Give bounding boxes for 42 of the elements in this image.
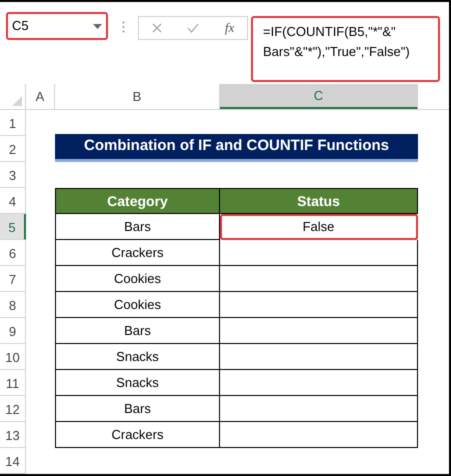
row-header[interactable]: 1 [0, 110, 26, 136]
row-header[interactable]: 9 [0, 318, 26, 344]
table-cell: Cookies [55, 266, 220, 292]
row-header[interactable]: 6 [0, 240, 26, 266]
table-cell[interactable] [220, 422, 418, 448]
name-box[interactable]: C5 [6, 12, 108, 40]
table-cell: Snacks [55, 344, 220, 370]
table-header-cell: Category [55, 188, 220, 214]
table-cell: Bars [55, 318, 220, 344]
column-header[interactable]: C [220, 84, 418, 109]
row-header[interactable]: 14 [0, 448, 26, 474]
check-icon[interactable] [187, 23, 200, 33]
table-cell: Bars [55, 396, 220, 422]
table-cell[interactable] [220, 396, 418, 422]
insert-function-button[interactable]: fx [224, 18, 234, 38]
table-cell[interactable] [220, 370, 418, 396]
table-cell[interactable] [220, 344, 418, 370]
row-header[interactable]: 13 [0, 422, 26, 448]
table-cell[interactable] [220, 318, 418, 344]
table-cell: Cookies [55, 292, 220, 318]
table-cell[interactable]: False [220, 214, 418, 240]
formula-field[interactable]: =IF(COUNTIF(B5,"*"&" Bars"&"*"),"True","False") [251, 16, 440, 82]
table-cell: Crackers [55, 240, 220, 266]
table-header-cell: Status [220, 188, 418, 214]
table-cell[interactable] [220, 292, 418, 318]
table-cell: Snacks [55, 370, 220, 396]
row-header[interactable]: 2 [0, 136, 26, 162]
table-cell: Bars [55, 214, 220, 240]
table-cell[interactable] [220, 240, 418, 266]
row-header[interactable]: 8 [0, 292, 26, 318]
sheet-title: Combination of IF and COUNTIF Functions [55, 134, 418, 162]
row-header[interactable]: 11 [0, 370, 26, 396]
column-header[interactable]: A [26, 84, 55, 109]
grip-icon [122, 21, 125, 33]
row-header[interactable]: 7 [0, 266, 26, 292]
row-header[interactable]: 3 [0, 162, 26, 188]
dropdown-caret-icon[interactable] [93, 24, 102, 28]
table-cell: Crackers [55, 422, 220, 448]
table-cell[interactable] [220, 266, 418, 292]
row-header[interactable]: 5 [0, 214, 26, 240]
row-header[interactable]: 10 [0, 344, 26, 370]
row-header[interactable]: 12 [0, 396, 26, 422]
